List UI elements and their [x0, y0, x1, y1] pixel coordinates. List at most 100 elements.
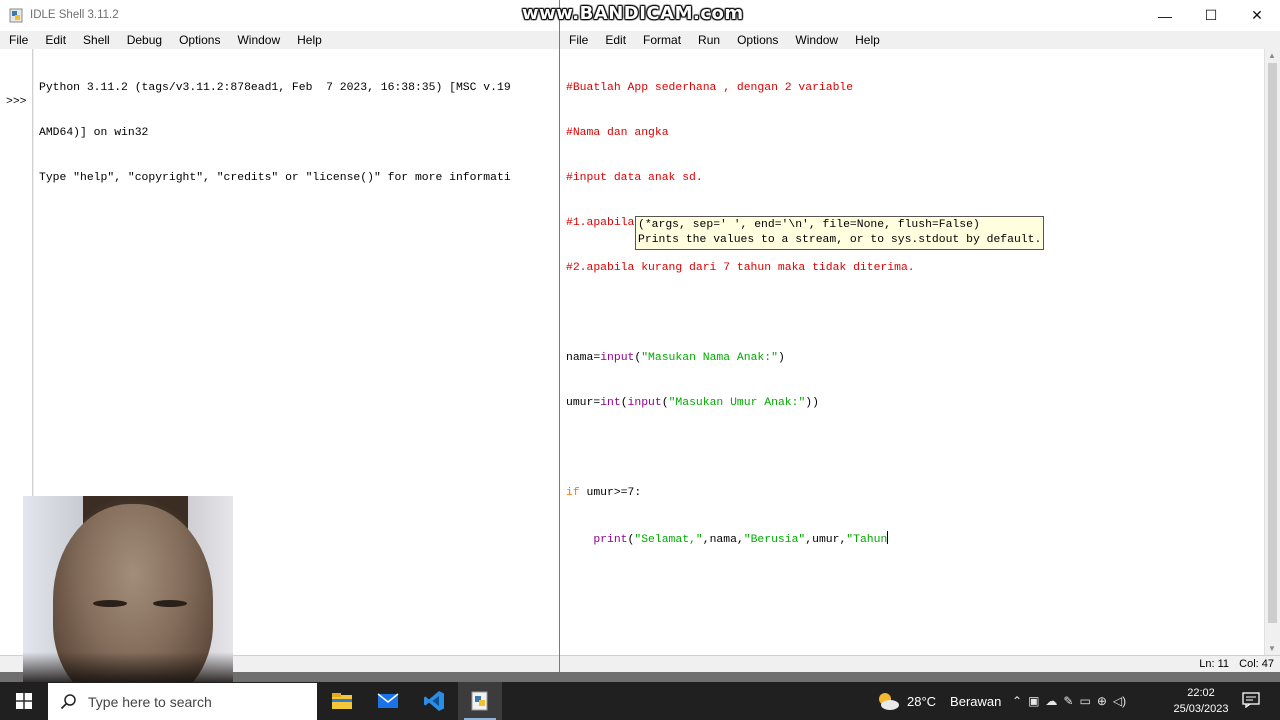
weather-cloud-sun-icon [879, 693, 899, 710]
taskbar-search-box[interactable]: Type here to search [48, 683, 317, 720]
notification-center-button[interactable] [1242, 692, 1260, 713]
search-icon [60, 693, 76, 709]
windows-taskbar: Type here to search 28°C Berawan ⌃ ▣ ☁ ✎… [0, 682, 1280, 720]
shell-menu-debug[interactable]: Debug [118, 33, 170, 47]
bandicam-watermark: www.BANDICAM.com [522, 3, 744, 24]
webcam-shadow [23, 652, 233, 682]
python-idle-icon [9, 8, 23, 23]
code-comment: #2.apabila kurang dari 7 tahun maka tida… [566, 262, 915, 274]
scrollbar-thumb[interactable] [1268, 63, 1277, 623]
tray-chevron-up-icon[interactable]: ⌃ [1012, 694, 1022, 708]
code-line-if: if umur>=7: [566, 486, 1265, 501]
shell-menu-shell[interactable]: Shell [74, 33, 118, 47]
tray-device-icon[interactable]: ▣ [1028, 694, 1039, 708]
code-comment: #Nama dan angka [566, 127, 669, 139]
notification-icon [1242, 692, 1260, 709]
idle-icon [471, 691, 488, 711]
shell-menu-options[interactable]: Options [170, 33, 228, 47]
tray-cloud-icon[interactable]: ☁ [1045, 694, 1057, 708]
clock-date: 25/03/2023 [1173, 703, 1229, 715]
code-builtin: input [627, 397, 662, 409]
line-number-status: Ln: 11 [1199, 658, 1229, 670]
code-token: ,umur, [805, 534, 847, 546]
code-line-umur: umur=int(input("Masukan Umur Anak:")) [566, 396, 1265, 411]
file-explorer-icon [332, 693, 352, 709]
mail-icon [377, 693, 399, 708]
code-token: nama= [566, 352, 601, 364]
code-token: ( [620, 397, 628, 409]
close-button[interactable]: ✕ [1234, 0, 1280, 31]
shell-menubar: File Edit Shell Debug Options Window Hel… [0, 31, 559, 49]
code-token: umur= [566, 397, 601, 409]
shell-menu-window[interactable]: Window [228, 33, 288, 47]
minimize-button[interactable]: — [1142, 0, 1188, 31]
weather-widget[interactable]: 28°C Berawan [876, 682, 1001, 720]
code-token: umur>=7: [579, 487, 642, 499]
editor-menubar: File Edit Format Run Options Window Help [560, 31, 1280, 49]
shell-titlebar[interactable]: IDLE Shell 3.11.2 [0, 0, 559, 31]
calltip-tooltip: (*args, sep=' ', end='\n', file=None, fl… [635, 216, 1045, 250]
webcam-person-eye [153, 600, 187, 607]
clock-time: 22:02 [1187, 687, 1215, 699]
system-tray: ⌃ ▣ ☁ ✎ ▭ ⊕ ◁) [1012, 682, 1126, 720]
tray-pen-icon[interactable]: ✎ [1063, 694, 1073, 708]
start-button[interactable] [0, 682, 48, 720]
editor-menu-window[interactable]: Window [786, 33, 846, 47]
code-keyword: if [566, 487, 580, 499]
vscode-icon [424, 691, 444, 711]
shell-title: IDLE Shell 3.11.2 [30, 9, 119, 21]
code-line-print: print("Selamat,",nama,"Berusia",umur,"Ta… [566, 531, 1265, 546]
shell-menu-file[interactable]: File [0, 33, 36, 47]
code-token: ) [777, 352, 785, 364]
code-builtin: input [600, 352, 635, 364]
webcam-person-eye [93, 600, 127, 607]
scroll-down-arrow-icon[interactable]: ▼ [1268, 644, 1276, 653]
code-token: ,nama, [702, 534, 744, 546]
editor-menu-file[interactable]: File [560, 33, 596, 47]
code-string: "Masukan Nama Anak:" [641, 352, 778, 364]
code-comment: #Buatlah App sederhana , dengan 2 variab… [566, 82, 854, 94]
mail-button[interactable] [366, 682, 410, 720]
shell-prompt: >>> [6, 96, 27, 108]
editor-text-area[interactable]: #Buatlah App sederhana , dengan 2 variab… [560, 49, 1265, 655]
code-builtin: int [600, 397, 621, 409]
code-token: ( [661, 397, 669, 409]
search-placeholder: Type here to search [88, 693, 212, 710]
file-explorer-button[interactable] [320, 682, 364, 720]
maximize-button[interactable]: ☐ [1188, 0, 1234, 31]
shell-output-line: AMD64)] on win32 [39, 127, 149, 139]
shell-menu-help[interactable]: Help [288, 33, 330, 47]
editor-menu-run[interactable]: Run [689, 33, 728, 47]
window-controls: — ☐ ✕ [1142, 0, 1280, 31]
taskbar-clock[interactable]: 22:02 25/03/2023 [1166, 685, 1236, 717]
idle-editor-window: — ☐ ✕ File Edit Format Run Options Windo… [559, 0, 1280, 672]
idle-button[interactable] [458, 682, 502, 720]
tray-battery-icon[interactable]: ▭ [1079, 694, 1090, 708]
shell-output-line: Python 3.11.2 (tags/v3.11.2:878ead1, Feb… [39, 82, 511, 94]
editor-menu-format[interactable]: Format [634, 33, 689, 47]
code-comment: #input data anak sd. [566, 172, 703, 184]
code-token: )) [805, 397, 819, 409]
column-number-status: Col: 47 [1239, 658, 1274, 670]
editor-menu-help[interactable]: Help [846, 33, 888, 47]
editor-vertical-scrollbar[interactable]: ▲ ▼ [1264, 49, 1280, 655]
vscode-button[interactable] [412, 682, 456, 720]
code-string: "Masukan Umur Anak:" [668, 397, 806, 409]
weather-description: Berawan [950, 693, 1002, 709]
code-string: "Berusia" [743, 534, 806, 546]
windows-logo-icon [16, 693, 32, 709]
code-string: "Tahun [846, 534, 888, 546]
webcam-overlay [23, 496, 233, 682]
tray-volume-icon[interactable]: ◁) [1113, 694, 1126, 708]
tray-network-icon[interactable]: ⊕ [1097, 694, 1107, 708]
code-string: "Selamat," [634, 534, 703, 546]
text-cursor [887, 531, 889, 544]
calltip-description: Prints the values to a stream, or to sys… [638, 234, 1042, 246]
scroll-up-arrow-icon[interactable]: ▲ [1268, 51, 1276, 60]
shell-menu-edit[interactable]: Edit [36, 33, 74, 47]
editor-menu-options[interactable]: Options [728, 33, 786, 47]
editor-menu-edit[interactable]: Edit [596, 33, 634, 47]
